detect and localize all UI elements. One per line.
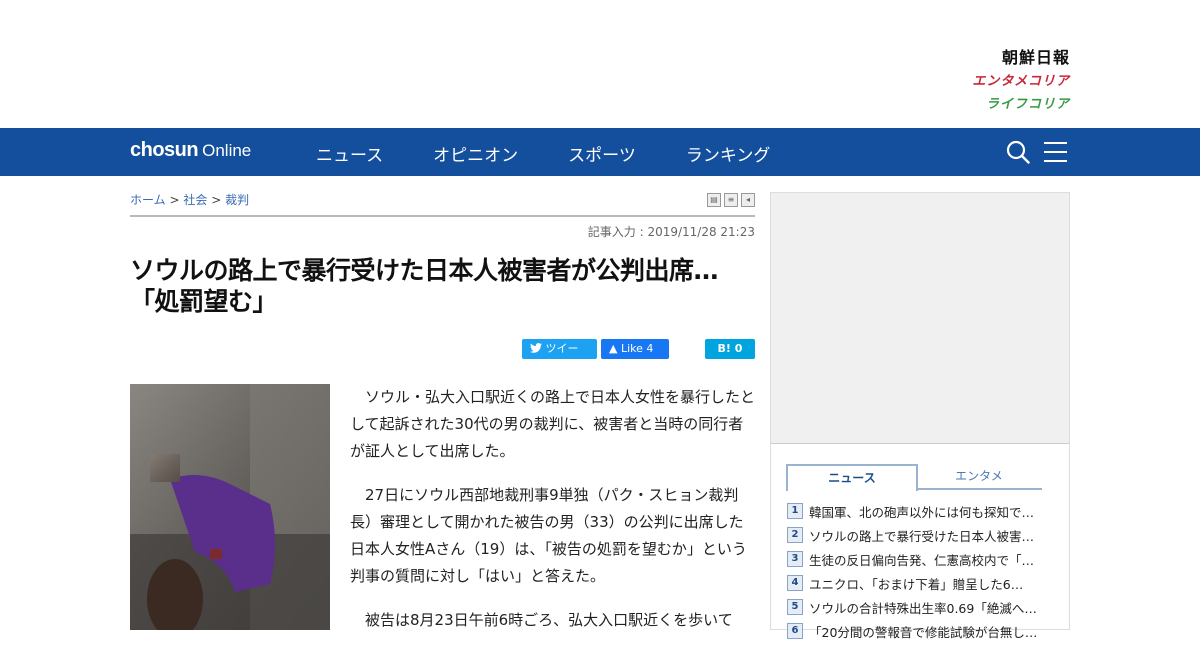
ranking-item[interactable]: 3 生徒の反日偏向告発、仁憲高校内で「… [787,547,1057,571]
nav-item-sports[interactable]: スポーツ [568,141,636,166]
hatena-bookmark-button[interactable]: B! 0 [705,339,755,359]
logo-bold: chosun [130,139,199,161]
rank-number: 5 [787,599,803,615]
main-nav: chosun Online ニュース オピニオン スポーツ ランキング [0,128,1200,176]
article-photo [130,384,330,630]
breadcrumb-sep: > [169,193,180,207]
rank-number: 6 [787,623,803,639]
search-icon[interactable] [1006,140,1030,164]
rank-number: 3 [787,551,803,567]
chosun-online-logo[interactable]: chosun Online [130,139,251,162]
tab-entame[interactable]: エンタメ [916,464,1042,490]
nav-menu: ニュース オピニオン スポーツ ランキング [316,141,820,166]
breadcrumb-home[interactable]: ホーム [130,193,166,207]
breadcrumb-sep: > [211,193,222,207]
ranking-item-title: 「20分間の警報音で修能試験が台無し… [809,624,1038,640]
rank-number: 2 [787,527,803,543]
twitter-icon [530,343,542,353]
article-date: 記事入力 : 2019/11/28 21:23 [587,225,755,239]
ranking-item-title: 韓国軍、北の砲声以外には何も探知で… [809,504,1035,520]
ranking-item-title: ユニクロ、「おまけ下着」贈呈した6… [809,576,1024,592]
article-title: ソウルの路上で暴行受けた日本人被害者が公判出席…「処罰望む」 [130,256,719,316]
back-icon[interactable]: ◂ [741,193,755,207]
rank-number: 4 [787,575,803,591]
list-icon[interactable]: ≡ [724,193,738,207]
sidebar: ニュース エンタメ 1 韓国軍、北の砲声以外には何も探知で… 2 ソウルの路上で暴行… [770,192,1070,640]
ranking-item-title: ソウルの路上で暴行受けた日本人被害… [809,528,1035,544]
article-paragraph: ソウル・弘大入口駅近くの路上で日本人女性を暴行したとして起訴された30代の男の裁… [350,388,756,460]
ranking-item-title: ソウルの合計特殊出生率0.69「絶滅へ… [809,600,1037,616]
tab-news[interactable]: ニュース [786,464,918,491]
nav-item-opinion[interactable]: オピニオン [433,141,518,166]
ranking-item[interactable]: 1 韓国軍、北の砲声以外には何も探知で… [787,499,1057,523]
facebook-like-button[interactable]: ▲ Like 4 [601,339,669,359]
thumbs-up-icon: ▲ [609,342,618,355]
ranking-list: 1 韓国軍、北の砲声以外には何も探知で… 2 ソウルの路上で暴行受けた日本人被害… … [787,499,1057,643]
tweet-button[interactable]: ツイート [522,339,597,375]
ranking-item[interactable]: 2 ソウルの路上で暴行受けた日本人被害… [787,523,1057,547]
nav-item-ranking[interactable]: ランキング [686,141,771,166]
sidebar-tabs: ニュース エンタメ [786,464,1042,491]
breadcrumb-subsection[interactable]: 裁判 [225,193,249,207]
divider [130,215,755,217]
breadcrumb-section[interactable]: 社会 [183,193,207,207]
ranking-item-title: 生徒の反日偏向告発、仁憲高校内で「… [809,552,1035,568]
like-label: Like 4 [620,342,654,355]
breadcrumb: ホーム > 社会 > 裁判 [130,191,249,208]
ranking-item[interactable]: 4 ユニクロ、「おまけ下着」贈呈した6… [787,571,1057,595]
rank-number: 1 [787,503,803,519]
print-icon[interactable]: ▤ [707,193,721,207]
logo-light: Online [202,141,252,160]
chosun-ilbo-logo[interactable]: 朝鮮日報 [1002,44,1070,68]
ranking-item[interactable]: 6 「20分間の警報音で修能試験が台無し… [787,619,1057,643]
life-korea-logo[interactable]: ライフコリア [986,93,1070,112]
ranking-item[interactable]: 5 ソウルの合計特殊出生率0.69「絶滅へ… [787,595,1057,619]
menu-icon[interactable] [1044,142,1067,162]
article-tools: ▤ ≡ ◂ [704,193,755,207]
top-header: 朝鮮日報 エンタメコリア ライフコリア [0,0,1200,128]
nav-item-news[interactable]: ニュース [316,141,383,166]
article-body: ソウル・弘大入口駅近くの路上で日本人女性を暴行したとして起訴された30代の男の裁… [350,384,755,651]
ad-slot [771,193,1069,444]
entame-korea-logo[interactable]: エンタメコリア [972,70,1070,89]
article-paragraph: 27日にソウル西部地裁刑事9単独（パク・スヒョン裁判長）審理として開かれた被告の… [350,486,747,585]
photo-image [130,384,330,630]
